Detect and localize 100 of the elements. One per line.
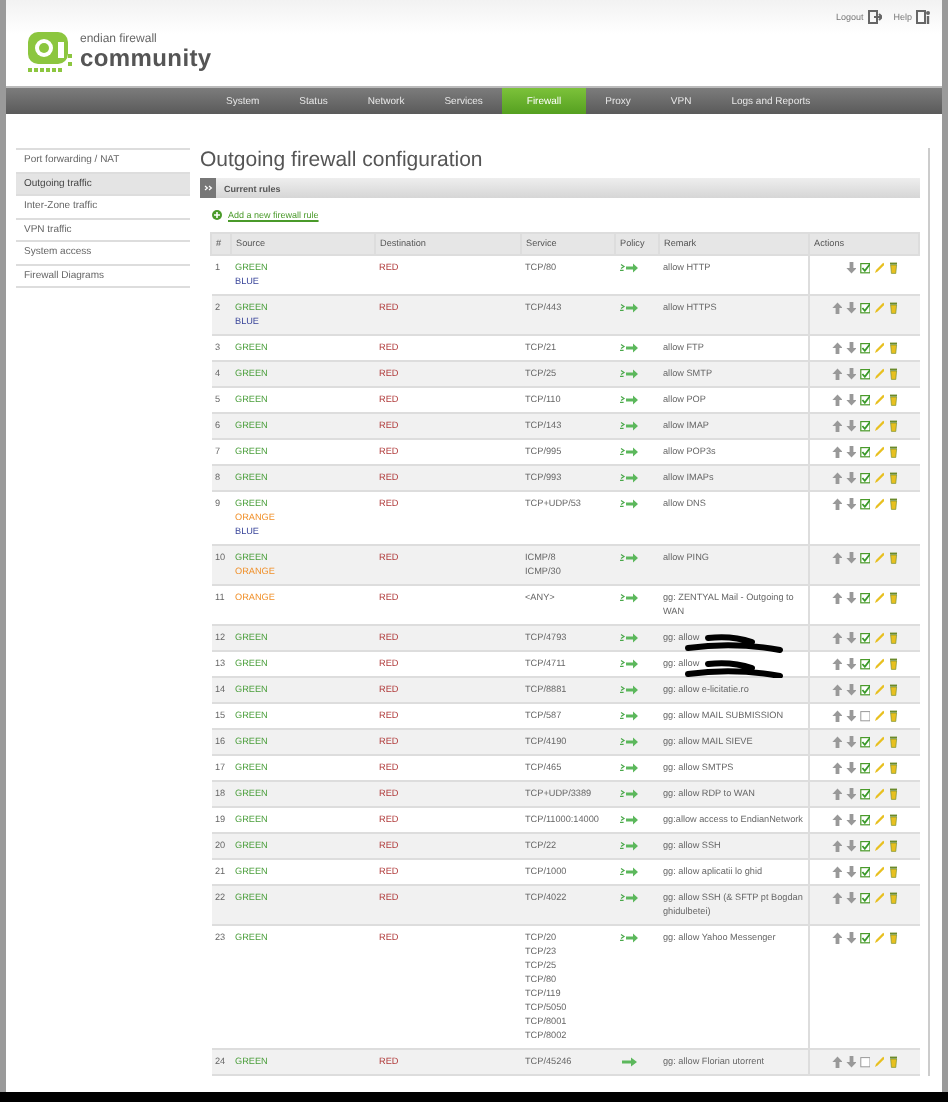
down-arrow-icon[interactable] — [845, 814, 856, 826]
pencil-icon[interactable] — [873, 866, 884, 878]
down-arrow-icon[interactable] — [845, 394, 856, 406]
down-arrow-icon[interactable] — [845, 552, 856, 564]
trash-icon[interactable] — [887, 840, 898, 852]
trash-icon[interactable] — [887, 552, 898, 564]
trash-icon[interactable] — [887, 368, 898, 380]
down-arrow-icon[interactable] — [845, 892, 856, 904]
checkbox[interactable] — [859, 498, 870, 510]
pencil-icon[interactable] — [873, 892, 884, 904]
up-arrow-icon[interactable] — [831, 762, 842, 774]
checkbox[interactable] — [859, 788, 870, 800]
checkbox[interactable] — [859, 684, 870, 696]
checkbox[interactable] — [859, 866, 870, 878]
checkbox[interactable] — [859, 632, 870, 644]
pencil-icon[interactable] — [873, 658, 884, 670]
down-arrow-icon[interactable] — [845, 736, 856, 748]
down-arrow-icon[interactable] — [845, 302, 856, 314]
up-arrow-icon[interactable] — [831, 840, 842, 852]
up-arrow-icon[interactable] — [831, 498, 842, 510]
trash-icon[interactable] — [887, 498, 898, 510]
pencil-icon[interactable] — [873, 498, 884, 510]
pencil-icon[interactable] — [873, 684, 884, 696]
checkbox[interactable] — [859, 710, 870, 722]
pencil-icon[interactable] — [873, 814, 884, 826]
up-arrow-icon[interactable] — [831, 592, 842, 604]
pencil-icon[interactable] — [873, 368, 884, 380]
up-arrow-icon[interactable] — [831, 394, 842, 406]
up-arrow-icon[interactable] — [831, 788, 842, 800]
pencil-icon[interactable] — [873, 1056, 884, 1068]
checkbox[interactable] — [859, 736, 870, 748]
trash-icon[interactable] — [887, 892, 898, 904]
pencil-icon[interactable] — [873, 840, 884, 852]
up-arrow-icon[interactable] — [831, 866, 842, 878]
checkbox[interactable] — [859, 892, 870, 904]
up-arrow-icon[interactable] — [831, 632, 842, 644]
trash-icon[interactable] — [887, 446, 898, 458]
up-arrow-icon[interactable] — [831, 932, 842, 944]
pencil-icon[interactable] — [873, 262, 884, 274]
up-arrow-icon[interactable] — [831, 552, 842, 564]
trash-icon[interactable] — [887, 710, 898, 722]
checkbox[interactable] — [859, 552, 870, 564]
pencil-icon[interactable] — [873, 762, 884, 774]
down-arrow-icon[interactable] — [845, 420, 856, 432]
up-arrow-icon[interactable] — [831, 736, 842, 748]
down-arrow-icon[interactable] — [845, 446, 856, 458]
down-arrow-icon[interactable] — [845, 788, 856, 800]
checkbox[interactable] — [859, 262, 870, 274]
pencil-icon[interactable] — [873, 710, 884, 722]
up-arrow-icon[interactable] — [831, 710, 842, 722]
checkbox[interactable] — [859, 932, 870, 944]
down-arrow-icon[interactable] — [845, 932, 856, 944]
checkbox[interactable] — [859, 814, 870, 826]
trash-icon[interactable] — [887, 866, 898, 878]
down-arrow-icon[interactable] — [845, 684, 856, 696]
pencil-icon[interactable] — [873, 592, 884, 604]
up-arrow-icon[interactable] — [831, 446, 842, 458]
checkbox[interactable] — [859, 342, 870, 354]
down-arrow-icon[interactable] — [845, 1056, 856, 1068]
pencil-icon[interactable] — [873, 472, 884, 484]
trash-icon[interactable] — [887, 736, 898, 748]
checkbox[interactable] — [859, 472, 870, 484]
checkbox[interactable] — [859, 420, 870, 432]
pencil-icon[interactable] — [873, 394, 884, 406]
checkbox[interactable] — [859, 1056, 870, 1068]
trash-icon[interactable] — [887, 932, 898, 944]
down-arrow-icon[interactable] — [845, 632, 856, 644]
trash-icon[interactable] — [887, 658, 898, 670]
pencil-icon[interactable] — [873, 420, 884, 432]
checkbox[interactable] — [859, 368, 870, 380]
up-arrow-icon[interactable] — [831, 342, 842, 354]
checkbox[interactable] — [859, 394, 870, 406]
down-arrow-icon[interactable] — [845, 342, 856, 354]
down-arrow-icon[interactable] — [845, 710, 856, 722]
down-arrow-icon[interactable] — [845, 592, 856, 604]
trash-icon[interactable] — [887, 762, 898, 774]
down-arrow-icon[interactable] — [845, 762, 856, 774]
trash-icon[interactable] — [887, 632, 898, 644]
checkbox[interactable] — [859, 302, 870, 314]
trash-icon[interactable] — [887, 592, 898, 604]
up-arrow-icon[interactable] — [831, 684, 842, 696]
up-arrow-icon[interactable] — [831, 658, 842, 670]
trash-icon[interactable] — [887, 814, 898, 826]
up-arrow-icon[interactable] — [831, 1056, 842, 1068]
trash-icon[interactable] — [887, 684, 898, 696]
up-arrow-icon[interactable] — [831, 302, 842, 314]
up-arrow-icon[interactable] — [831, 368, 842, 380]
trash-icon[interactable] — [887, 262, 898, 274]
down-arrow-icon[interactable] — [845, 262, 856, 274]
checkbox[interactable] — [859, 592, 870, 604]
trash-icon[interactable] — [887, 788, 898, 800]
pencil-icon[interactable] — [873, 302, 884, 314]
trash-icon[interactable] — [887, 1056, 898, 1068]
checkbox[interactable] — [859, 762, 870, 774]
down-arrow-icon[interactable] — [845, 498, 856, 510]
trash-icon[interactable] — [887, 302, 898, 314]
trash-icon[interactable] — [887, 342, 898, 354]
down-arrow-icon[interactable] — [845, 368, 856, 380]
trash-icon[interactable] — [887, 472, 898, 484]
up-arrow-icon[interactable] — [831, 472, 842, 484]
